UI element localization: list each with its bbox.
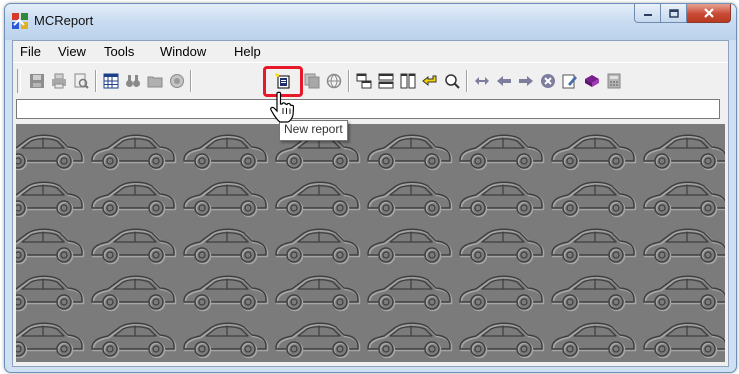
print-preview-button[interactable]: [73, 73, 89, 89]
edit-document-button[interactable]: [562, 73, 578, 89]
app-window: MCReport File View Tools Window Help: [4, 3, 737, 373]
report-pages-icon: [304, 73, 320, 89]
report-pages-button[interactable]: [304, 73, 320, 89]
back-arrow-icon: [497, 76, 511, 86]
menu-help[interactable]: Help: [234, 44, 261, 59]
forward-arrow-icon: [519, 76, 533, 86]
menu-tools[interactable]: Tools: [104, 44, 134, 59]
double-arrow-icon: [475, 77, 489, 85]
tile-vertical-icon: [400, 73, 416, 89]
tile-cascade-button[interactable]: [356, 73, 372, 89]
print-icon: [52, 73, 66, 89]
maximize-button[interactable]: [661, 4, 687, 23]
window-controls: [634, 4, 731, 24]
menu-file[interactable]: File: [20, 44, 41, 59]
folder-icon: [147, 76, 163, 88]
address-input[interactable]: [16, 99, 720, 119]
client-area: File View Tools Window Help: [12, 40, 729, 367]
close-icon: [703, 8, 714, 18]
calculator-icon: [607, 73, 621, 89]
tile-cascade-icon: [356, 73, 372, 89]
database-button[interactable]: [169, 73, 185, 89]
stop-icon: [541, 74, 555, 88]
toolbar-separator: [190, 70, 192, 92]
mouse-pointer-hand-icon: [270, 91, 294, 123]
stop-button[interactable]: [540, 73, 556, 89]
zoom-button[interactable]: [444, 73, 460, 89]
book-button[interactable]: [584, 73, 600, 89]
toolbar-separator: [95, 70, 97, 92]
save-button[interactable]: [29, 73, 45, 89]
find-binoculars-icon: [126, 75, 140, 87]
zoom-icon: [445, 74, 460, 89]
print-button[interactable]: [51, 73, 67, 89]
minimize-button[interactable]: [634, 4, 661, 23]
menu-window[interactable]: Window: [160, 44, 206, 59]
menu-view[interactable]: View: [58, 44, 86, 59]
title-bar[interactable]: MCReport: [5, 4, 736, 40]
tile-vertical-button[interactable]: [400, 73, 416, 89]
table-grid-button[interactable]: [103, 73, 119, 89]
edit-document-icon: [562, 74, 577, 89]
tile-horizontal-icon: [378, 73, 394, 89]
window-title: MCReport: [34, 13, 94, 28]
menu-bar: File View Tools Window Help: [13, 41, 728, 61]
minimize-icon: [643, 14, 652, 16]
return-arrow-icon: [422, 75, 437, 87]
back-button[interactable]: [496, 73, 512, 89]
maximize-icon: [668, 8, 679, 18]
book-icon: [585, 75, 599, 87]
calculator-button[interactable]: [606, 73, 622, 89]
folder-button[interactable]: [147, 73, 163, 89]
double-arrow-button[interactable]: [474, 73, 490, 89]
mdi-workspace[interactable]: [16, 124, 725, 362]
forward-button[interactable]: [518, 73, 534, 89]
toolbar-separator: [348, 70, 350, 92]
find-button[interactable]: [125, 73, 141, 89]
globe-icon: [326, 73, 342, 89]
save-icon: [30, 74, 44, 88]
toolbar-grip[interactable]: [17, 69, 21, 93]
close-button[interactable]: [687, 4, 731, 23]
globe-button[interactable]: [326, 73, 342, 89]
toolbar: [13, 62, 728, 99]
car-pattern-background: [16, 124, 725, 362]
table-grid-icon: [103, 73, 119, 89]
database-icon: [170, 74, 184, 88]
tile-horizontal-button[interactable]: [378, 73, 394, 89]
print-preview-icon: [74, 73, 89, 89]
return-button[interactable]: [422, 73, 438, 89]
toolbar-separator: [466, 70, 468, 92]
mcreport-app-icon: [12, 13, 28, 29]
